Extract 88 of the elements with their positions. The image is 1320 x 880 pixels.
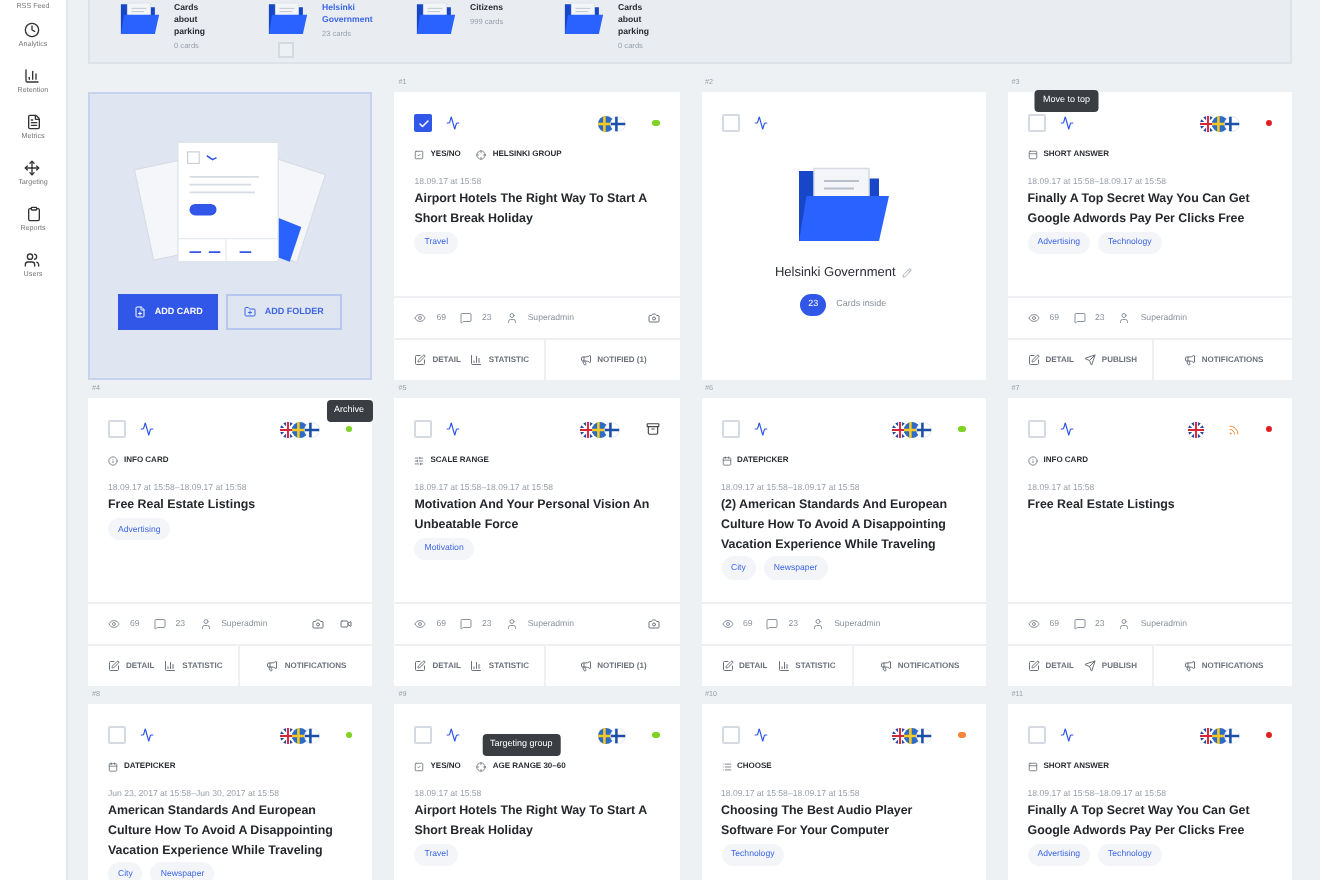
type-icon: [476, 149, 487, 159]
eye-icon: [414, 618, 427, 630]
eye-icon: [721, 618, 733, 630]
checkbox[interactable]: [278, 42, 294, 58]
user-icon: [505, 312, 518, 324]
trend-icon[interactable]: [446, 116, 461, 130]
camera-icon[interactable]: [647, 312, 659, 324]
camera-icon[interactable]: [647, 618, 659, 630]
trend-icon[interactable]: [446, 422, 461, 436]
type-icon: [108, 761, 118, 771]
type-icon: [414, 455, 425, 465]
trend-icon[interactable]: [140, 422, 154, 436]
comment-icon: [766, 618, 779, 630]
checkbox[interactable]: [1027, 114, 1046, 132]
eye-icon: [108, 618, 120, 630]
user-icon: [505, 618, 518, 630]
type-icon: [721, 761, 731, 771]
document-icon: [25, 113, 41, 130]
comment-icon: [460, 312, 473, 324]
checkbox[interactable]: [414, 726, 433, 744]
detail-icon: [1027, 354, 1040, 366]
clipboard-icon: [25, 205, 41, 222]
type-icon: [414, 761, 425, 771]
checkbox[interactable]: [414, 114, 433, 132]
pencil-icon[interactable]: [901, 268, 912, 279]
detail-icon: [1027, 660, 1040, 672]
type-icon: [108, 455, 118, 465]
bar-chart-icon: [24, 67, 41, 84]
eye-icon: [1027, 618, 1040, 630]
type-icon: [1027, 455, 1038, 465]
type-icon: [476, 761, 487, 771]
megaphone-icon: [1183, 660, 1196, 672]
clock-icon: [24, 21, 41, 38]
statistic-icon: [164, 660, 177, 672]
publish-icon: [1083, 660, 1096, 672]
type-icon: [721, 455, 731, 465]
checkbox[interactable]: [1027, 420, 1046, 438]
file-plus-icon: [134, 306, 147, 318]
publish-icon: [1083, 354, 1096, 366]
megaphone-icon: [579, 660, 592, 672]
trend-icon[interactable]: [1059, 728, 1074, 742]
eye-icon: [414, 312, 427, 324]
checkbox[interactable]: [108, 726, 126, 744]
comment-icon: [1073, 618, 1086, 630]
detail-icon: [414, 354, 427, 366]
users-icon: [24, 251, 41, 268]
detail-icon: [721, 660, 733, 672]
type-icon: [414, 149, 425, 159]
checkbox[interactable]: [1027, 726, 1046, 744]
megaphone-icon: [879, 660, 892, 672]
checkbox[interactable]: [721, 114, 739, 132]
user-icon: [812, 618, 825, 630]
detail-icon: [414, 660, 427, 672]
trend-icon[interactable]: [1059, 116, 1074, 130]
flag-icon: [1187, 421, 1203, 437]
checkbox[interactable]: [721, 726, 739, 744]
statistic-icon: [470, 354, 483, 366]
megaphone-icon: [1183, 354, 1196, 366]
video-icon[interactable]: [340, 618, 353, 630]
trend-icon[interactable]: [753, 728, 767, 742]
folder-plus-icon: [244, 306, 257, 318]
checkbox[interactable]: [721, 420, 739, 438]
card[interactable]: [701, 398, 986, 686]
trend-icon[interactable]: [753, 422, 767, 436]
megaphone-icon: [266, 660, 279, 672]
statistic-icon: [470, 660, 483, 672]
move-icon: [24, 159, 41, 176]
type-icon: [1027, 761, 1038, 771]
checkbox[interactable]: [108, 420, 126, 438]
trend-icon[interactable]: [446, 728, 461, 742]
user-icon: [199, 618, 212, 630]
detail-icon: [108, 660, 120, 672]
megaphone-icon: [579, 354, 592, 366]
card[interactable]: [1007, 92, 1292, 380]
comment-icon: [1073, 312, 1086, 324]
archive-icon[interactable]: [645, 422, 659, 436]
checkbox[interactable]: [414, 420, 433, 438]
camera-icon[interactable]: [312, 618, 325, 630]
user-icon: [1118, 618, 1131, 630]
comment-icon: [153, 618, 166, 630]
trend-icon[interactable]: [1059, 422, 1074, 436]
eye-icon: [1027, 312, 1040, 324]
trend-icon[interactable]: [753, 116, 767, 130]
comment-icon: [460, 618, 473, 630]
statistic-icon: [777, 660, 790, 672]
type-icon: [1027, 149, 1038, 159]
user-icon: [1118, 312, 1131, 324]
trend-icon[interactable]: [140, 728, 154, 742]
